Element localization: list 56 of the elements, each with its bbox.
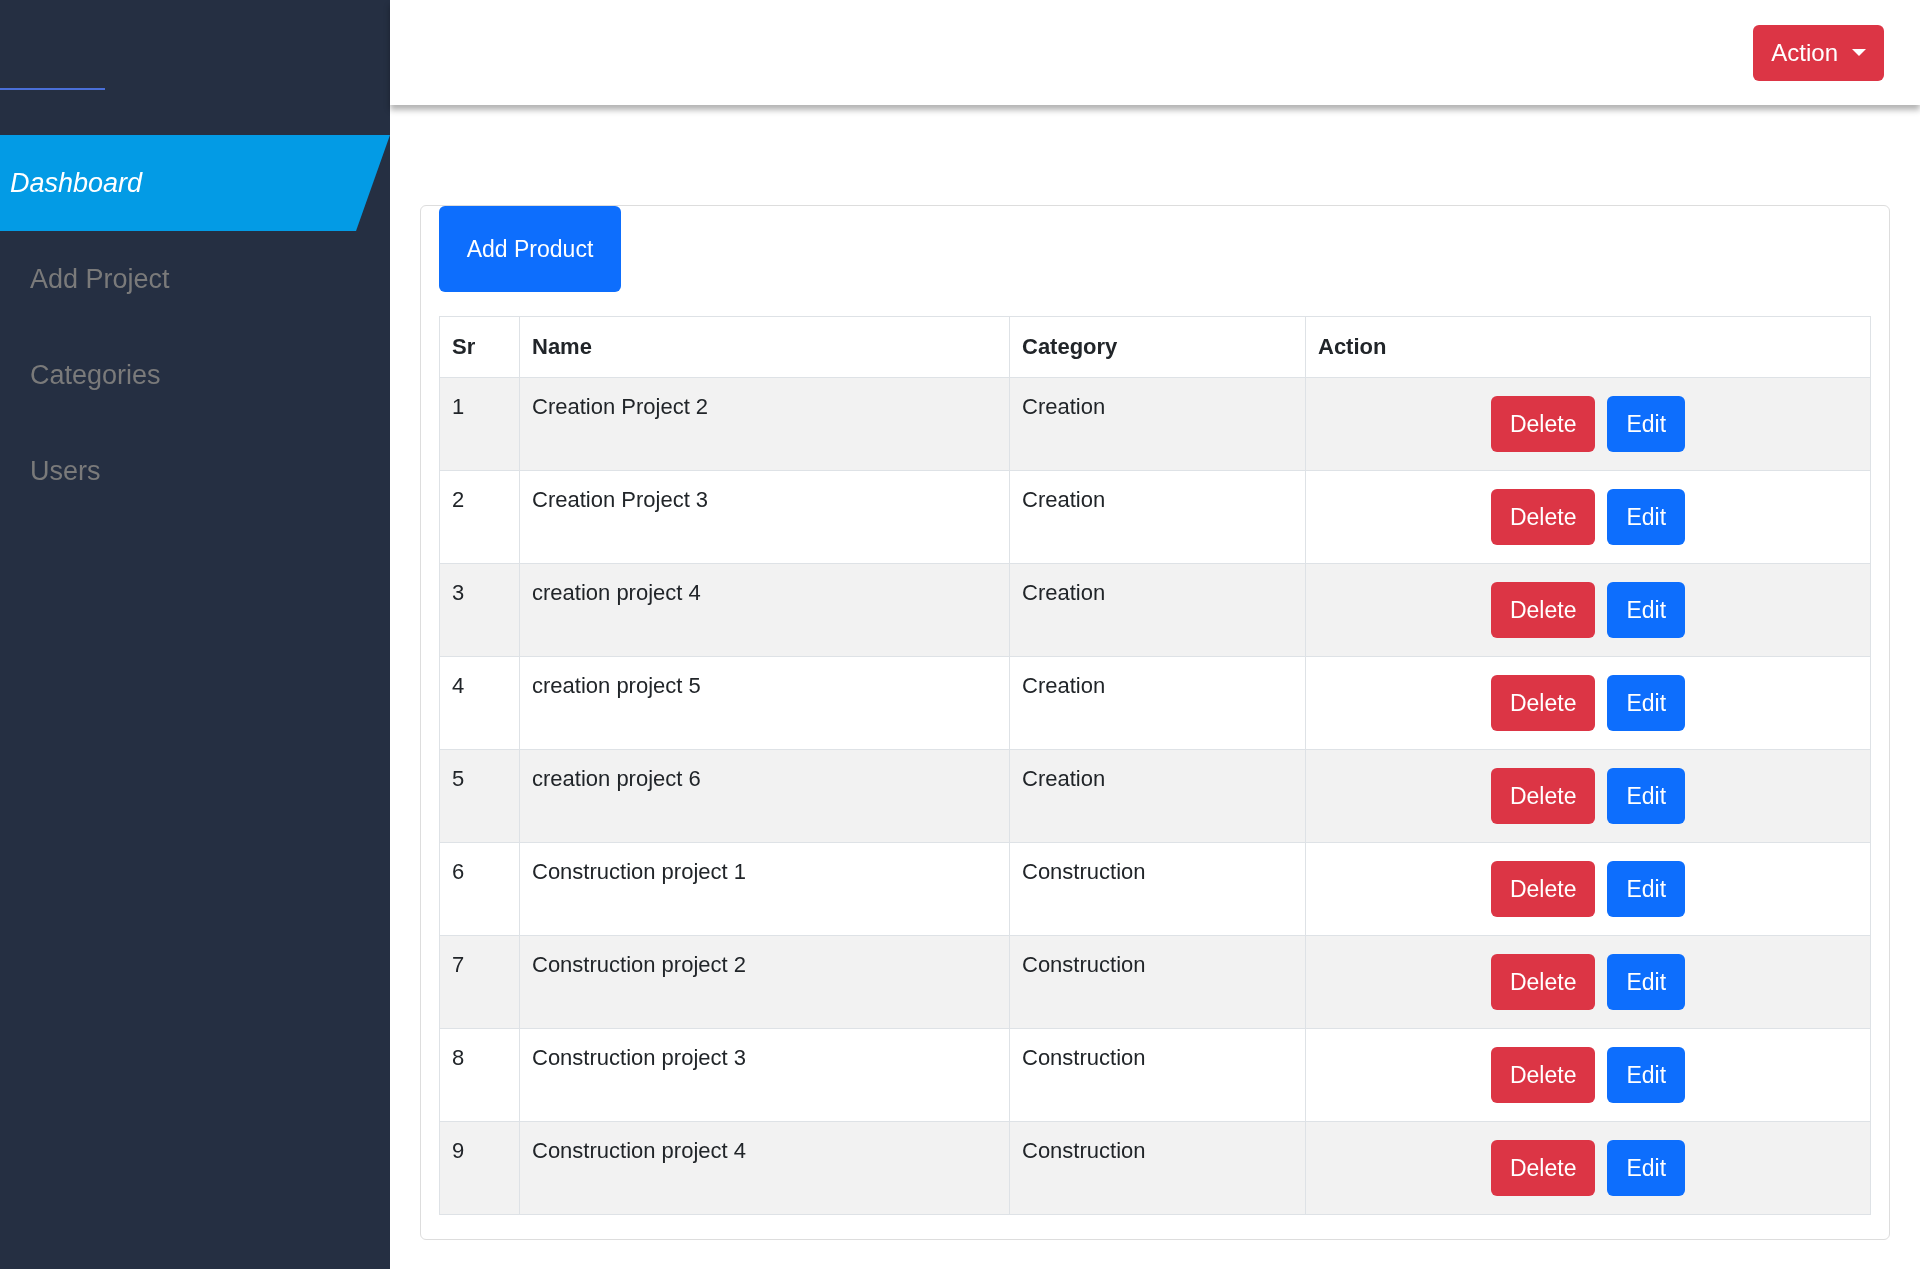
edit-button[interactable]: Edit xyxy=(1607,489,1686,545)
table-cell: 8 xyxy=(439,1028,520,1122)
table-cell: Creation xyxy=(1009,470,1306,564)
table-cell: Creation Project 3 xyxy=(519,470,1010,564)
table-cell: 1 xyxy=(439,377,520,471)
sidebar-item[interactable]: Add Project xyxy=(0,231,390,327)
sidebar-item[interactable]: Dashboard xyxy=(0,135,390,231)
edit-button[interactable]: Edit xyxy=(1607,675,1686,731)
column-header: Name xyxy=(519,316,1010,378)
table-cell: Construction project 3 xyxy=(519,1028,1010,1122)
delete-button[interactable]: Delete xyxy=(1490,582,1596,638)
caret-icon xyxy=(1852,49,1866,57)
table-cell: creation project 6 xyxy=(519,749,1010,843)
delete-button[interactable]: Delete xyxy=(1490,768,1596,824)
table-cell: Construction xyxy=(1009,935,1306,1029)
edit-button[interactable]: Edit xyxy=(1607,861,1686,917)
delete-button[interactable]: Delete xyxy=(1490,1140,1596,1196)
table-cell: Creation xyxy=(1009,656,1306,750)
edit-button[interactable]: Edit xyxy=(1607,954,1686,1010)
action-dropdown-button[interactable]: Action xyxy=(1753,25,1884,81)
table-cell: Construction xyxy=(1009,842,1306,936)
table-cell: Creation Project 2 xyxy=(519,377,1010,471)
table-cell: 7 xyxy=(439,935,520,1029)
table-cell: 3 xyxy=(439,563,520,657)
delete-button[interactable]: Delete xyxy=(1490,954,1596,1010)
table-cell: creation project 5 xyxy=(519,656,1010,750)
delete-button[interactable]: Delete xyxy=(1490,396,1596,452)
table-cell: Creation xyxy=(1009,377,1306,471)
edit-button[interactable]: Edit xyxy=(1607,1140,1686,1196)
table-cell: creation project 4 xyxy=(519,563,1010,657)
sidebar-item[interactable]: Categories xyxy=(0,327,390,423)
table-cell: 4 xyxy=(439,656,520,750)
column-header: Action xyxy=(1305,316,1871,378)
column-header: Category xyxy=(1009,316,1306,378)
table-cell: 2 xyxy=(439,470,520,564)
table-cell: Construction project 4 xyxy=(519,1121,1010,1215)
table-cell: 9 xyxy=(439,1121,520,1215)
table-cell: 5 xyxy=(439,749,520,843)
edit-button[interactable]: Edit xyxy=(1607,1047,1686,1103)
table-cell: Creation xyxy=(1009,749,1306,843)
edit-button[interactable]: Edit xyxy=(1607,396,1686,452)
sidebar-item[interactable]: Users xyxy=(0,423,390,519)
table-cell: Construction project 1 xyxy=(519,842,1010,936)
edit-button[interactable]: Edit xyxy=(1607,768,1686,824)
table-cell: 6 xyxy=(439,842,520,936)
add-product-button[interactable]: Add Product xyxy=(439,206,621,292)
table-cell: Construction xyxy=(1009,1121,1306,1215)
delete-button[interactable]: Delete xyxy=(1490,675,1596,731)
edit-button[interactable]: Edit xyxy=(1607,582,1686,638)
table-cell: Construction project 2 xyxy=(519,935,1010,1029)
column-header: Sr xyxy=(439,316,520,378)
delete-button[interactable]: Delete xyxy=(1490,1047,1596,1103)
table-cell: Construction xyxy=(1009,1028,1306,1122)
table-cell: Creation xyxy=(1009,563,1306,657)
delete-button[interactable]: Delete xyxy=(1490,861,1596,917)
delete-button[interactable]: Delete xyxy=(1490,489,1596,545)
